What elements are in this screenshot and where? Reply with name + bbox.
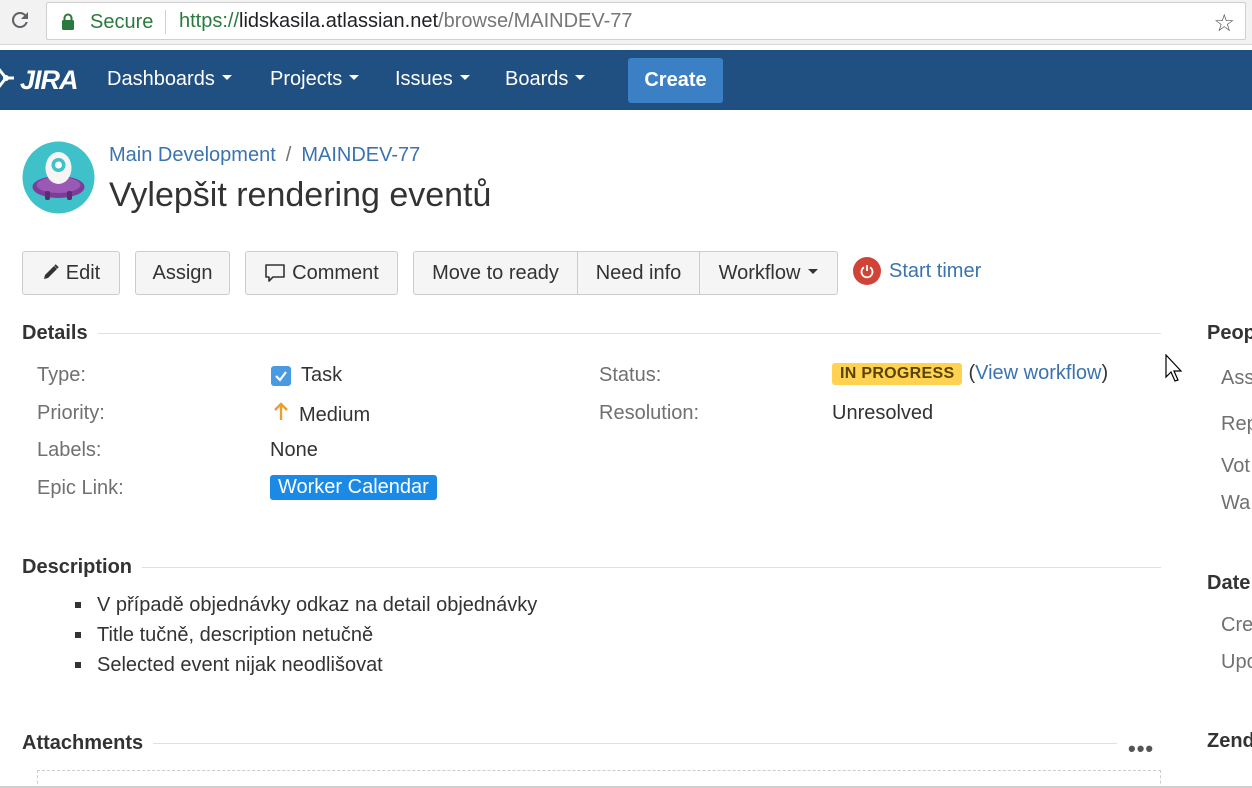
updated-label: Upc [1221,651,1252,673]
close-paren: ) [1101,362,1109,384]
project-avatar[interactable] [22,141,95,214]
nav-projects-label: Projects [270,68,343,90]
description-heading[interactable]: Description [22,556,143,579]
arrow-up-icon [273,402,289,428]
type-label: Type: [37,364,86,386]
description-divider [22,567,1161,568]
priority-text: Medium [299,403,371,426]
workflow-transition-group: Move to ready Need info Workflow [413,251,838,295]
status-lozenge: IN PROGRESS [832,362,963,385]
assign-button[interactable]: Assign [135,251,230,295]
divider [165,10,166,34]
jira-logo-icon [0,68,14,88]
top-navigation: JIRA Dashboards Projects Issues Boards C… [0,50,1252,110]
dates-heading[interactable]: Date [1207,572,1250,595]
attachments-heading[interactable]: Attachments [22,732,154,755]
url-text[interactable]: https://lidskasila.atlassian.net/browse/… [179,10,633,33]
created-label: Cre [1221,614,1252,636]
reporter-label: Rep [1221,413,1252,435]
assignee-label: Ass [1221,367,1252,389]
labels-label: Labels: [37,439,102,461]
list-item: Title tučně, description netučně [75,620,537,650]
issue-summary[interactable]: Vylepšit rendering eventů [109,176,491,215]
priority-label: Priority: [37,402,105,424]
start-timer-link[interactable]: Start timer [853,256,981,286]
url-protocol: https:// [179,10,240,32]
resolution-label: Resolution: [599,402,700,424]
comment-icon [265,264,285,282]
secure-label: Secure [90,11,154,33]
open-paren: ( [968,362,976,384]
status-value: IN PROGRESS (View workflow) [832,362,1108,385]
browser-toolbar: Secure https://lidskasila.atlassian.net/… [0,0,1252,45]
attachments-divider [22,743,1117,744]
type-value: Task [271,364,342,387]
chevron-down-icon [349,75,360,81]
mouse-cursor-icon [1165,354,1183,382]
reload-icon[interactable] [8,8,32,32]
breadcrumb: Main Development / MAINDEV-77 [109,144,420,167]
url-path: /browse/MAINDEV-77 [438,10,633,32]
nav-projects[interactable]: Projects [270,68,360,91]
comment-label: Comment [292,262,379,284]
breadcrumb-project-link[interactable]: Main Development [109,144,276,166]
nav-issues-label: Issues [395,68,453,90]
chevron-down-icon [459,75,470,81]
pencil-icon [43,264,59,279]
edit-button[interactable]: Edit [22,251,120,295]
type-text: Task [301,364,343,386]
chevron-down-icon [808,269,819,275]
list-item: V případě objednávky odkaz na detail obj… [75,590,537,620]
address-bar[interactable]: Secure https://lidskasila.atlassian.net/… [46,2,1246,40]
url-host: lidskasila.atlassian.net [239,10,439,32]
epic-link-value: Worker Calendar [270,475,437,500]
move-to-ready-button[interactable]: Move to ready [414,252,578,294]
description-list[interactable]: V případě objednávky odkaz na detail obj… [75,590,537,680]
epic-lozenge[interactable]: Worker Calendar [270,475,437,500]
power-icon [853,257,881,285]
nav-dashboards[interactable]: Dashboards [107,68,232,91]
chevron-down-icon [221,75,232,81]
nav-boards[interactable]: Boards [505,68,586,91]
details-heading[interactable]: Details [22,322,98,345]
epic-link-label: Epic Link: [37,477,124,499]
breadcrumb-issue-key-link[interactable]: MAINDEV-77 [301,144,420,166]
nav-dashboards-label: Dashboards [107,68,215,90]
edit-label: Edit [65,262,101,284]
list-item: Selected event nijak neodlišovat [75,650,537,680]
votes-label: Vot [1221,455,1250,477]
logo-text: JIRA [20,64,79,95]
chevron-down-icon [575,75,586,81]
start-timer-label: Start timer [889,259,982,282]
need-info-button[interactable]: Need info [578,252,700,294]
task-checkbox-icon [271,365,291,386]
workflow-label: Workflow [718,262,801,284]
comment-button[interactable]: Comment [245,251,398,295]
labels-value: None [270,439,318,461]
resolution-value: Unresolved [832,402,934,424]
create-button[interactable]: Create [628,58,723,103]
watchers-label: Wa [1221,492,1251,514]
status-label: Status: [599,364,662,386]
more-options-icon[interactable]: ••• [1128,736,1154,762]
priority-value: Medium [273,402,370,428]
lock-icon [62,13,74,30]
zendesk-heading[interactable]: Zend [1207,730,1252,753]
bookmark-star-icon[interactable]: ☆ [1213,9,1235,38]
jira-logo[interactable]: JIRA [0,64,79,96]
view-workflow-link[interactable]: View workflow [975,362,1101,385]
nav-issues[interactable]: Issues [395,68,470,91]
details-divider [22,333,1161,334]
workflow-dropdown[interactable]: Workflow [700,252,837,294]
nav-boards-label: Boards [505,68,569,90]
people-heading[interactable]: Peop [1207,322,1252,345]
breadcrumb-separator: / [285,144,292,166]
